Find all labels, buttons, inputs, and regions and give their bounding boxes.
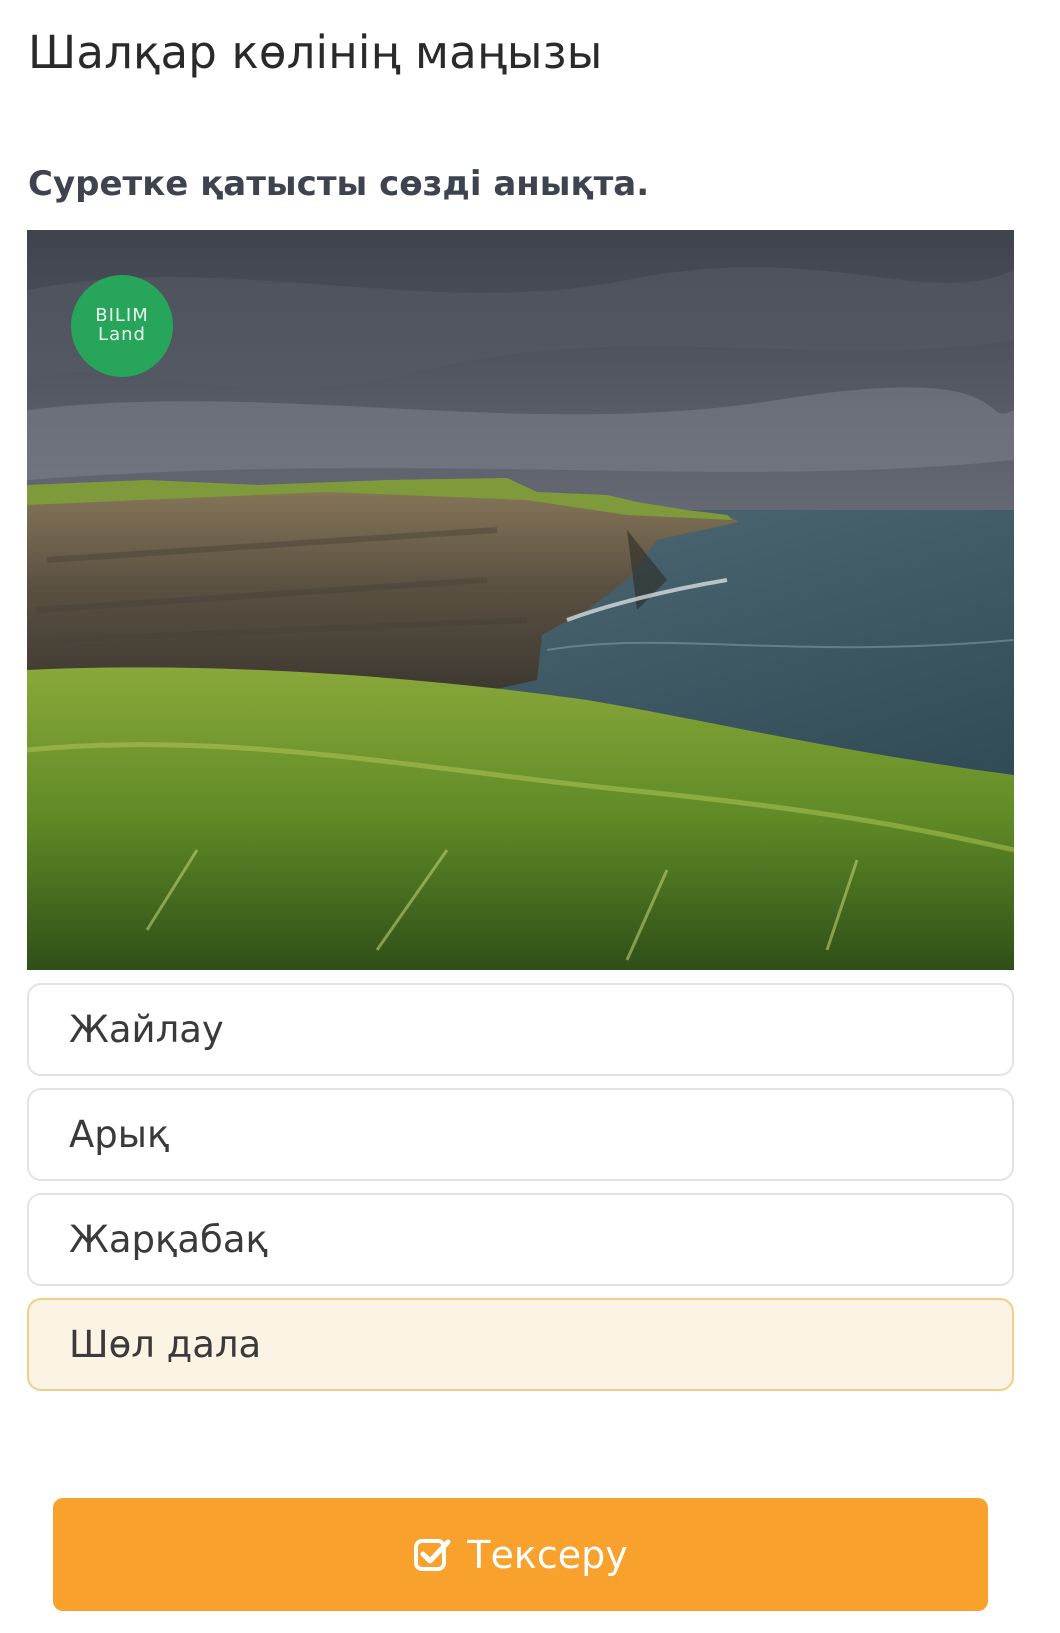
answer-option-3[interactable]: Жарқабақ — [27, 1193, 1014, 1286]
answer-option-1[interactable]: Жайлау — [27, 983, 1014, 1076]
answer-option-4-selected[interactable]: Шөл дала — [27, 1298, 1014, 1391]
logo-line-2: Land — [98, 324, 146, 345]
cliff-landscape-photo — [27, 230, 1014, 970]
page-title: Шалқар көлінің маңызы — [28, 26, 603, 79]
answer-option-2[interactable]: Арық — [27, 1088, 1014, 1181]
check-button[interactable]: Тексеру — [53, 1498, 988, 1611]
bilimland-logo: BILIM Land — [71, 275, 173, 377]
check-square-icon — [413, 1536, 451, 1574]
answer-options: Жайлау Арық Жарқабақ Шөл дала — [27, 983, 1014, 1403]
question-text: Суретке қатысты сөзді анықта. — [28, 164, 650, 204]
question-image: BILIM Land — [27, 230, 1014, 970]
check-button-label: Тексеру — [467, 1532, 628, 1577]
